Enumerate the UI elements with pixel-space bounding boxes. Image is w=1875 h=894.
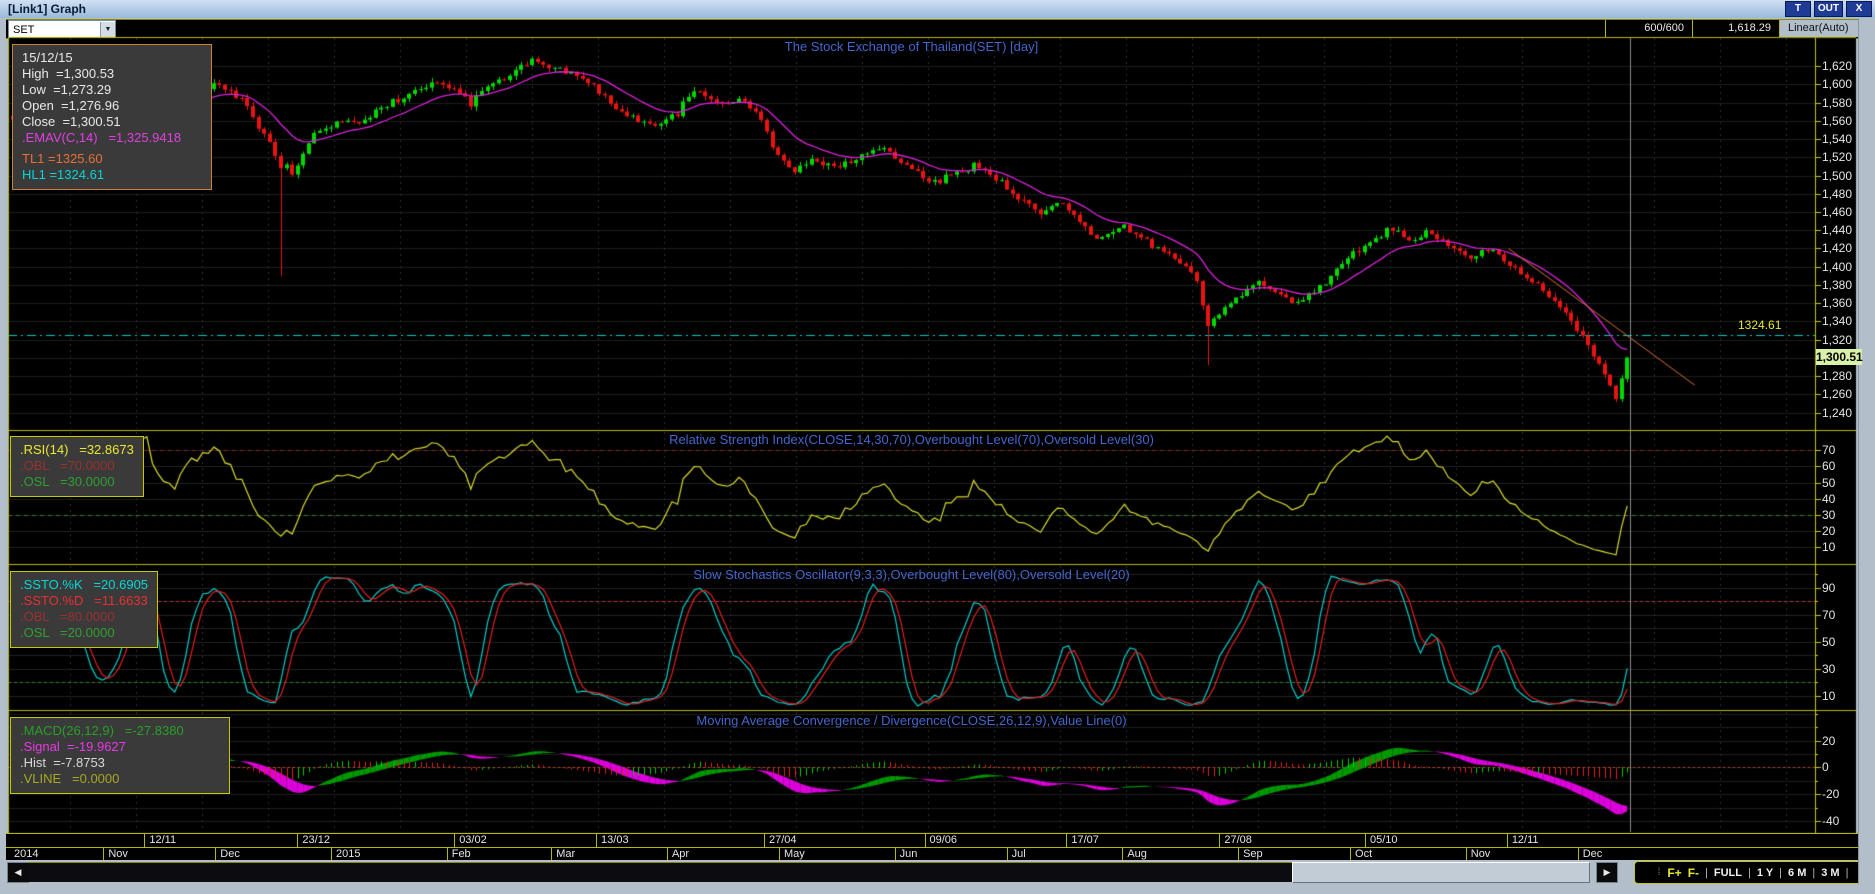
- scroll-right-button[interactable]: ▶: [1596, 862, 1618, 883]
- legend-line: .Hist =-7.8753: [20, 755, 220, 771]
- y-tick-label: 1,260: [1822, 387, 1852, 401]
- zoom-out-button[interactable]: F-: [1688, 866, 1699, 880]
- y-tick-label: 30: [1822, 662, 1835, 676]
- stoch-legend-box[interactable]: .SSTO.%K =20.6905.SSTO.%D =11.6633.OBL =…: [10, 571, 158, 648]
- y-tick-label: 1,480: [1822, 187, 1852, 201]
- toolbar-grip-icon: ⁞: [1658, 867, 1662, 878]
- y-tick-label: 1,520: [1822, 150, 1852, 164]
- y-tick-label: -20: [1822, 787, 1839, 801]
- y-tick-label: 50: [1822, 635, 1835, 649]
- separator: |: [1748, 867, 1751, 879]
- separator: |: [1846, 867, 1849, 879]
- y-tick-label: 1,360: [1822, 296, 1852, 310]
- main-chart-title: The Stock Exchange of Thailand(SET) [day…: [8, 39, 1815, 54]
- x-date-tick: 23/12: [297, 834, 330, 847]
- range-button-1y[interactable]: 1 Y: [1757, 867, 1773, 879]
- y-tick-label: 1,500: [1822, 169, 1852, 183]
- legend-line: High =1,300.53: [22, 66, 202, 82]
- y-tick-label: -40: [1822, 814, 1839, 828]
- legend-line: .EMAV(C,14) =1,325.9418: [22, 130, 202, 146]
- y-tick-label: 1,600: [1822, 77, 1852, 91]
- y-tick-label: 40: [1822, 492, 1835, 506]
- legend-line: .SSTO.%D =11.6633: [20, 593, 148, 609]
- legend-line: .MACD(26,12,9) =-27.8380: [20, 723, 220, 739]
- legend-line: .Signal =-19.9627: [20, 739, 220, 755]
- y-tick-label: 1,440: [1822, 223, 1852, 237]
- separator: |: [1812, 867, 1815, 879]
- range-button-3m[interactable]: 3 M: [1821, 867, 1839, 879]
- chart-area: The Stock Exchange of Thailand(SET) [day…: [0, 37, 1875, 860]
- y-tick-label: 10: [1822, 689, 1835, 703]
- window-frame-right: [1858, 18, 1875, 894]
- y-tick-label: 70: [1822, 608, 1835, 622]
- window-frame-left: [0, 18, 6, 894]
- x-date-tick: 27/04: [764, 834, 797, 847]
- legend-line: .VLINE =0.0000: [20, 771, 220, 787]
- y-tick-label: 1,580: [1822, 96, 1852, 110]
- horizontal-scrollbar: ◀ ▶ ⁞ F+ F- | FULL | 1 Y | 6 M | 3 M |: [0, 860, 1875, 884]
- legend-line: Close =1,300.51: [22, 114, 202, 130]
- y-tick-label: 1,540: [1822, 132, 1852, 146]
- x-date-tick: 27/08: [1219, 834, 1252, 847]
- stoch-title: Slow Stochastics Oscillator(9,3,3),Overb…: [8, 567, 1815, 582]
- y-tick-label: 1,420: [1822, 241, 1852, 255]
- y-tick-label: 20: [1822, 524, 1835, 538]
- legend-line: .OBL =80.0000: [20, 609, 148, 625]
- macd-legend-box[interactable]: .MACD(26,12,9) =-27.8380.Signal =-19.962…: [10, 717, 230, 794]
- ohlc-info-box[interactable]: 15/12/15High =1,300.53Low =1,273.29Open …: [12, 44, 212, 190]
- legend-line: .RSI(14) =32.8673: [20, 442, 134, 458]
- app-window: [Link1] Graph T OUT X SET ▼ 600/600 1,61…: [0, 0, 1875, 894]
- hline-value-label: 1324.61: [1738, 318, 1781, 332]
- y-tick-label: 90: [1822, 581, 1835, 595]
- y-tick-label: 10: [1822, 540, 1835, 554]
- legend-line: .OSL =20.0000: [20, 625, 148, 641]
- rsi-legend-box[interactable]: .RSI(14) =32.8673.OBL =70.0000.OSL =30.0…: [10, 436, 144, 497]
- y-tick-label: 0: [1822, 760, 1829, 774]
- y-tick-label: 1,400: [1822, 260, 1852, 274]
- legend-line: .SSTO.%K =20.6905: [20, 577, 148, 593]
- separator: |: [1779, 867, 1782, 879]
- chart-canvas[interactable]: [0, 0, 1875, 894]
- y-tick-label: 1,380: [1822, 278, 1852, 292]
- y-tick-label: 1,280: [1822, 369, 1852, 383]
- x-date-tick: 03/02: [454, 834, 487, 847]
- x-axis-dates: 12/11 23/12 03/02 13/03 27/04 09/06 17/07 27/08…: [6, 833, 1858, 847]
- legend-line: .OBL =70.0000: [20, 458, 134, 474]
- legend-line: Low =1,273.29: [22, 82, 202, 98]
- y-tick-label: 20: [1822, 734, 1835, 748]
- y-tick-label: 1,560: [1822, 114, 1852, 128]
- range-button-6m[interactable]: 6 M: [1788, 867, 1806, 879]
- y-tick-label: 1,320: [1822, 333, 1852, 347]
- x-date-tick: 09/06: [925, 834, 958, 847]
- y-tick-label: 70: [1822, 443, 1835, 457]
- x-date-tick: 12/11: [144, 834, 176, 847]
- y-tick-label: 1,240: [1822, 406, 1852, 420]
- y-tick-label: 30: [1822, 508, 1835, 522]
- x-date-tick: 12/11: [1507, 834, 1539, 847]
- rsi-title: Relative Strength Index(CLOSE,14,30,70),…: [8, 432, 1815, 447]
- macd-title: Moving Average Convergence / Divergence(…: [8, 713, 1815, 728]
- legend-line: Open =1,276.96: [22, 98, 202, 114]
- y-tick-label: 1,340: [1822, 314, 1852, 328]
- scroll-left-button[interactable]: ◀: [7, 862, 29, 883]
- legend-line: .OSL =30.0000: [20, 474, 134, 490]
- scrollbar-track[interactable]: [28, 862, 1292, 882]
- y-tick-label: 60: [1822, 459, 1835, 473]
- x-date-tick: 05/10: [1365, 834, 1398, 847]
- y-tick-label: 1,620: [1822, 59, 1852, 73]
- x-date-tick: 17/07: [1066, 834, 1099, 847]
- legend-line: HL1 =1324.61: [22, 167, 202, 183]
- zoom-in-button[interactable]: F+: [1667, 866, 1681, 880]
- last-price-tag: 1,300.51: [1816, 349, 1862, 365]
- range-button-full[interactable]: FULL: [1714, 867, 1742, 879]
- window-frame-bottom: [0, 884, 1875, 894]
- y-tick-label: 1,460: [1822, 205, 1852, 219]
- range-toolbar: ⁞ F+ F- | FULL | 1 Y | 6 M | 3 M |: [1634, 861, 1872, 884]
- legend-line: TL1 =1325.60: [22, 151, 202, 167]
- y-tick-label: 50: [1822, 476, 1835, 490]
- scrollbar-thumb[interactable]: [1292, 862, 1590, 883]
- separator: |: [1705, 867, 1708, 879]
- legend-line: 15/12/15: [22, 50, 202, 66]
- x-date-tick: 13/03: [596, 834, 629, 847]
